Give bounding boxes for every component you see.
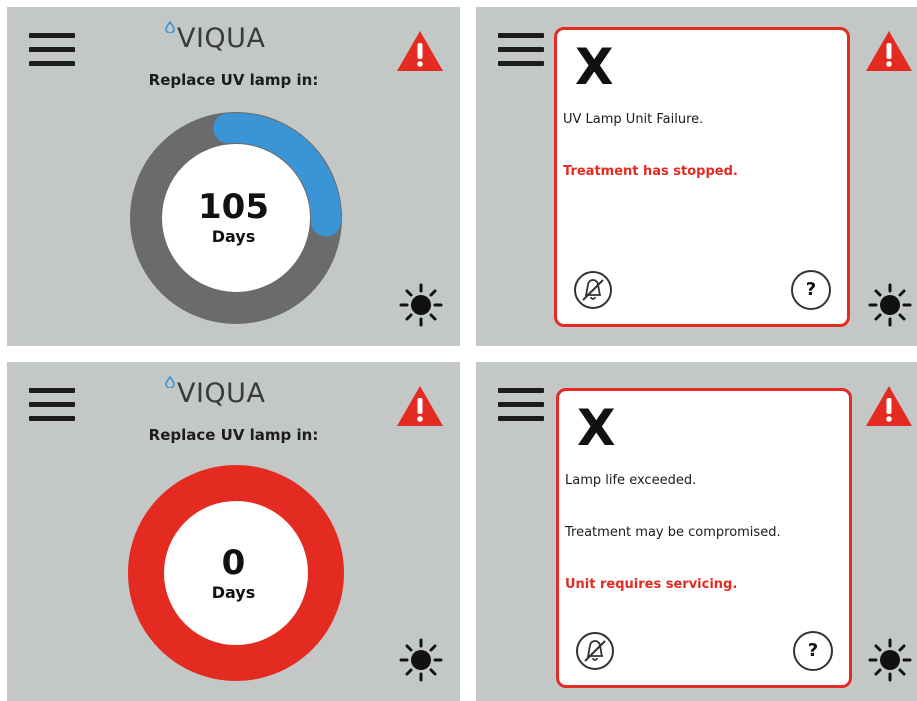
lamp-timer-screen-105: VIQUA Replace UV lamp in: 105 Days: [7, 7, 460, 346]
alert-message: UV Lamp Unit Failure.: [563, 112, 704, 127]
menu-button[interactable]: [498, 31, 544, 69]
logo-text: VIQUA: [177, 23, 266, 54]
mute-alarm-button[interactable]: [573, 270, 613, 310]
warning-icon[interactable]: [395, 29, 445, 73]
days-unit-label: Days: [211, 227, 256, 246]
brightness-icon[interactable]: [399, 638, 443, 682]
brightness-icon[interactable]: [868, 638, 912, 682]
error-x-mark: X: [575, 38, 614, 96]
alert-detail-message: Treatment may be compromised.: [565, 525, 781, 540]
alert-warning-message: Unit requires servicing.: [565, 577, 738, 592]
lamp-timer-screen-0: VIQUA Replace UV lamp in: 0 Days: [7, 362, 460, 701]
mute-alarm-button[interactable]: [575, 631, 615, 671]
viqua-logo: VIQUA: [157, 19, 317, 59]
error-x-mark: X: [577, 399, 616, 457]
alert-dialog: X Lamp life exceeded. Treatment may be c…: [556, 388, 852, 688]
days-unit-label: Days: [211, 583, 256, 602]
water-drop-icon: [165, 376, 175, 388]
water-drop-icon: [165, 21, 175, 33]
warning-icon[interactable]: [864, 384, 914, 428]
warning-icon[interactable]: [395, 384, 445, 428]
replace-lamp-label: Replace UV lamp in:: [148, 426, 319, 444]
menu-button[interactable]: [29, 31, 75, 69]
alert-warning-message: Treatment has stopped.: [563, 164, 738, 179]
days-remaining-value: 0: [221, 543, 246, 583]
replace-lamp-label: Replace UV lamp in:: [148, 71, 319, 89]
days-remaining-value: 105: [198, 187, 269, 227]
alert-dialog: X UV Lamp Unit Failure. Treatment has st…: [554, 27, 850, 327]
help-button[interactable]: ?: [791, 270, 831, 310]
menu-button[interactable]: [498, 386, 544, 424]
brightness-icon[interactable]: [868, 283, 912, 327]
alert-message: Lamp life exceeded.: [565, 473, 697, 488]
logo-text: VIQUA: [177, 378, 266, 409]
lamp-life-exceeded-screen: X Lamp life exceeded. Treatment may be c…: [476, 362, 917, 701]
viqua-logo: VIQUA: [157, 374, 317, 414]
brightness-icon[interactable]: [399, 283, 443, 327]
unit-failure-screen: X UV Lamp Unit Failure. Treatment has st…: [476, 7, 917, 346]
menu-button[interactable]: [29, 386, 75, 424]
help-button[interactable]: ?: [793, 631, 833, 671]
warning-icon[interactable]: [864, 29, 914, 73]
